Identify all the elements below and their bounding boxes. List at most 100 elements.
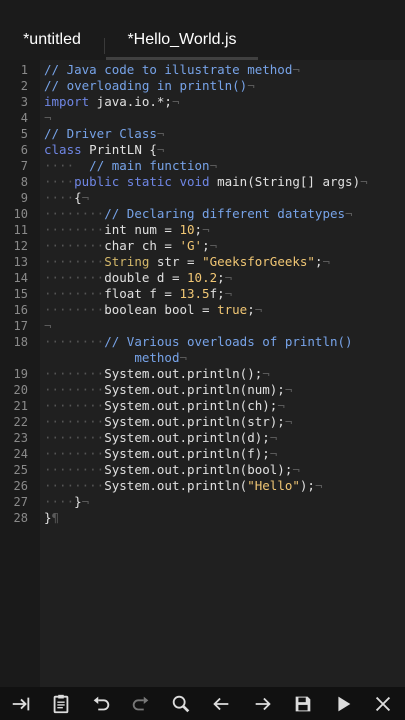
code-token: ········ bbox=[44, 334, 105, 349]
line-number: 26 bbox=[13, 479, 28, 493]
code-token: { bbox=[74, 190, 82, 205]
bottom-toolbar bbox=[0, 687, 405, 720]
code-line: ········// Declaring different datatypes… bbox=[44, 206, 353, 222]
code-token: float f = bbox=[104, 286, 180, 301]
code-token: ¬ bbox=[156, 142, 165, 157]
line-number: 22 bbox=[13, 415, 28, 429]
code-token: System.out.println(f); bbox=[104, 446, 270, 461]
code-token: ¬ bbox=[292, 462, 300, 477]
code-line: ········char ch = 'G';¬ bbox=[44, 238, 217, 254]
line-number: 25 bbox=[13, 463, 28, 477]
code-token: ¬ bbox=[322, 254, 331, 269]
code-token: import bbox=[44, 94, 90, 109]
code-token: ¶ bbox=[51, 510, 60, 525]
code-line: ········System.out.println("Hello");¬ bbox=[44, 478, 323, 494]
arrow-right-button[interactable] bbox=[244, 687, 282, 720]
play-icon bbox=[338, 696, 351, 711]
arrow-left-button[interactable] bbox=[202, 687, 240, 720]
line-number: 12 bbox=[13, 239, 28, 253]
tab-divider bbox=[104, 38, 105, 54]
line-number: 24 bbox=[13, 447, 28, 461]
line-number: 20 bbox=[13, 383, 28, 397]
code-line: ········System.out.println(bool);¬ bbox=[44, 462, 300, 478]
redo-icon bbox=[132, 696, 149, 710]
line-number: 21 bbox=[13, 399, 28, 413]
code-token: ¬ bbox=[156, 126, 165, 141]
code-token: f; bbox=[209, 286, 225, 301]
code-token: ···· bbox=[44, 190, 75, 205]
save-button[interactable] bbox=[284, 687, 322, 720]
code-line: ········System.out.println(f);¬ bbox=[44, 446, 277, 462]
code-token: ¬ bbox=[179, 350, 187, 365]
code-token: // Declaring different datatypes bbox=[104, 206, 346, 221]
code-token: ¬ bbox=[345, 206, 353, 221]
code-token: } bbox=[44, 510, 52, 525]
line-number: 13 bbox=[13, 255, 28, 269]
line-number: 2 bbox=[20, 79, 28, 93]
code-token: ········ bbox=[44, 302, 105, 317]
redo-button[interactable] bbox=[122, 687, 160, 720]
code-token: ········ bbox=[44, 286, 105, 301]
close-icon bbox=[375, 696, 391, 711]
code-token: ········ bbox=[44, 398, 105, 413]
code-token: // Java code to illustrate method bbox=[44, 62, 293, 77]
code-token: java.io.*; bbox=[89, 94, 172, 109]
code-token: ¬ bbox=[284, 382, 293, 397]
line-number: 23 bbox=[13, 431, 28, 445]
code-token: // main function bbox=[89, 158, 210, 173]
code-token: ¬ bbox=[262, 366, 270, 381]
code-token: ········ bbox=[44, 382, 105, 397]
line-number: 17 bbox=[13, 319, 28, 333]
code-token: method bbox=[134, 350, 180, 365]
indent-button[interactable] bbox=[2, 687, 40, 720]
code-line: class PrintLN {¬ bbox=[44, 142, 164, 158]
code-line: ····public static void main(String[] arg… bbox=[44, 174, 368, 190]
code-token: int num = bbox=[104, 222, 180, 237]
code-token: true bbox=[217, 302, 248, 317]
code-token: ···· bbox=[44, 174, 75, 189]
code-line: ····}¬ bbox=[44, 494, 89, 510]
code-token: ········ bbox=[44, 366, 105, 381]
undo-button[interactable] bbox=[82, 687, 120, 720]
clipboard-button[interactable] bbox=[42, 687, 80, 720]
line-number: 10 bbox=[13, 207, 28, 221]
code-token: ¬ bbox=[202, 222, 210, 237]
code-token: ); bbox=[299, 478, 315, 493]
code-line: ········System.out.println();¬ bbox=[44, 366, 270, 382]
code-token: // Driver Class bbox=[44, 126, 157, 141]
line-number: 4 bbox=[20, 111, 28, 125]
code-token: ········ bbox=[44, 414, 105, 429]
code-line: ········String str = "GeeksforGeeks";¬ bbox=[44, 254, 330, 270]
code-token: ¬ bbox=[209, 158, 218, 173]
code-token: 10 bbox=[179, 222, 195, 237]
code-token: ¬ bbox=[224, 286, 233, 301]
code-token: System.out.println(num); bbox=[104, 382, 285, 397]
code-token: // Various overloads of println() bbox=[104, 334, 353, 349]
search-button[interactable] bbox=[162, 687, 200, 720]
line-number: 11 bbox=[13, 223, 28, 237]
code-line: ¬ bbox=[44, 318, 52, 334]
save-icon bbox=[295, 696, 311, 711]
code-token: // overloading in println() bbox=[44, 78, 248, 93]
code-token: ¬ bbox=[292, 62, 300, 77]
code-line: ········float f = 13.5f;¬ bbox=[44, 286, 232, 302]
code-token: ¬ bbox=[277, 398, 285, 413]
code-token: ¬ bbox=[44, 318, 52, 333]
code-token: "GeeksforGeeks" bbox=[202, 254, 315, 269]
play-button[interactable] bbox=[324, 687, 362, 720]
line-number: 19 bbox=[13, 367, 28, 381]
code-token: ¬ bbox=[224, 270, 233, 285]
code-line: ········System.out.println(d);¬ bbox=[44, 430, 277, 446]
code-token: ; bbox=[247, 302, 255, 317]
code-token: ········ bbox=[44, 254, 105, 269]
code-token: ¬ bbox=[81, 190, 90, 205]
code-token: System.out.println(ch); bbox=[104, 398, 278, 413]
code-token: ¬ bbox=[81, 494, 90, 509]
code-token: ········ bbox=[44, 462, 105, 477]
close-button[interactable] bbox=[364, 687, 402, 720]
code-line: ········System.out.println(num);¬ bbox=[44, 382, 292, 398]
tab-hello-world[interactable]: *Hello_World.js bbox=[106, 0, 258, 60]
tab-untitled[interactable]: *untitled bbox=[0, 0, 104, 60]
line-number: 27 bbox=[13, 495, 28, 509]
